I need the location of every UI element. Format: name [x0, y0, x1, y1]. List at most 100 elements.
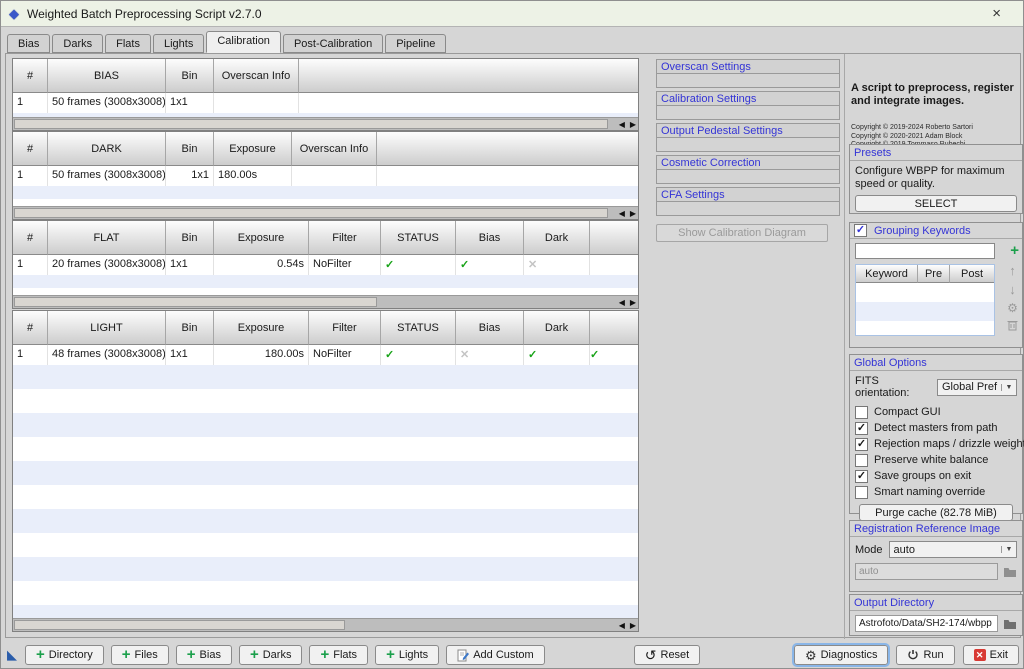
column-header[interactable]: Filter: [309, 311, 381, 345]
tab-pipeline[interactable]: Pipeline: [385, 34, 446, 53]
scroll-left-icon[interactable]: ◀: [619, 209, 625, 218]
column-header[interactable]: Pre: [918, 265, 950, 283]
checkbox[interactable]: [855, 486, 868, 499]
add-keyword-icon[interactable]: +: [1010, 244, 1019, 258]
table-row[interactable]: 1 50 frames (3008x3008) 1x1 180.00s: [13, 166, 638, 186]
flat-hscrollbar[interactable]: ◀ ▶: [13, 295, 638, 308]
checkbox[interactable]: ✓: [855, 470, 868, 483]
tab-calibration[interactable]: Calibration: [206, 31, 281, 53]
checkbox[interactable]: [855, 406, 868, 419]
move-down-icon[interactable]: ↓: [1009, 282, 1016, 297]
section-header-link[interactable]: Output Pedestal Settings: [656, 123, 840, 138]
scrollbar-thumb[interactable]: [14, 620, 345, 630]
scroll-left-icon[interactable]: ◀: [619, 120, 625, 129]
scrollbar-thumb[interactable]: [14, 297, 377, 307]
dark-hscrollbar[interactable]: ◀ ▶: [13, 206, 638, 219]
add-flats-button[interactable]: + Flats: [309, 645, 368, 665]
keyword-settings-gear-icon[interactable]: ⚙: [1007, 301, 1018, 315]
section-header-link[interactable]: Cosmetic Correction: [656, 155, 840, 170]
scroll-left-icon[interactable]: ◀: [619, 621, 625, 630]
add-directory-button[interactable]: + Directory: [25, 645, 104, 665]
resize-triangle-icon[interactable]: ◣: [7, 647, 17, 663]
column-header[interactable]: Exposure: [214, 311, 309, 345]
light-hscrollbar[interactable]: ◀ ▶: [13, 618, 638, 631]
section-header-link[interactable]: CFA Settings: [656, 187, 840, 202]
column-header[interactable]: Bin: [166, 59, 214, 93]
section-header-link[interactable]: Calibration Settings: [656, 91, 840, 106]
column-header[interactable]: Bias: [456, 221, 524, 255]
column-header[interactable]: Post: [950, 265, 994, 283]
move-up-icon[interactable]: ↑: [1009, 263, 1016, 278]
table-row[interactable]: 1 50 frames (3008x3008) 1x1: [13, 93, 638, 113]
column-header[interactable]: STATUS: [381, 311, 456, 345]
keyword-input[interactable]: [855, 243, 995, 259]
column-header[interactable]: FLAT: [48, 221, 166, 255]
column-header[interactable]: Dark: [524, 221, 590, 255]
exit-button[interactable]: ✕ Exit: [963, 645, 1019, 665]
add-custom-button[interactable]: Add Custom: [446, 645, 545, 665]
tab-post-calibration[interactable]: Post-Calibration: [283, 34, 383, 53]
column-header[interactable]: Bin: [166, 311, 214, 345]
column-header[interactable]: Bin: [166, 221, 214, 255]
presets-header-link[interactable]: Presets: [850, 145, 1022, 161]
add-bias-button[interactable]: + Bias: [176, 645, 232, 665]
reset-button[interactable]: ↺ Reset: [634, 645, 700, 665]
tab-darks[interactable]: Darks: [52, 34, 103, 53]
scroll-right-icon[interactable]: ▶: [630, 120, 636, 129]
table-row[interactable]: 1 48 frames (3008x3008) 1x1 180.00s NoFi…: [13, 345, 638, 365]
smart-naming-option[interactable]: Smart naming override: [855, 484, 1017, 500]
fits-orientation-select[interactable]: Global Pref ▼: [937, 379, 1017, 396]
mode-select[interactable]: auto ▼: [889, 541, 1017, 558]
column-header[interactable]: STATUS: [381, 221, 456, 255]
scrollbar-thumb[interactable]: [14, 208, 608, 218]
checkbox[interactable]: ✓: [855, 438, 868, 451]
column-header[interactable]: Keyword: [856, 265, 918, 283]
column-header[interactable]: #: [13, 221, 48, 255]
purge-cache-button[interactable]: Purge cache (82.78 MiB): [859, 504, 1013, 521]
close-icon[interactable]: ×: [978, 5, 1015, 22]
column-header[interactable]: Overscan Info: [214, 59, 299, 93]
column-header[interactable]: Overscan Info: [292, 132, 377, 166]
tab-lights[interactable]: Lights: [153, 34, 204, 53]
scroll-right-icon[interactable]: ▶: [630, 209, 636, 218]
rejection-maps-option[interactable]: ✓ Rejection maps / drizzle weights: [855, 436, 1017, 452]
tab-flats[interactable]: Flats: [105, 34, 151, 53]
diagnostics-button[interactable]: ⚙ Diagnostics: [794, 645, 889, 665]
column-header[interactable]: Filter: [309, 221, 381, 255]
preserve-white-balance-option[interactable]: Preserve white balance: [855, 452, 1017, 468]
scroll-right-icon[interactable]: ▶: [630, 298, 636, 307]
checkbox[interactable]: ✓: [855, 422, 868, 435]
compact-gui-option[interactable]: Compact GUI: [855, 404, 1017, 420]
tab-bias[interactable]: Bias: [7, 34, 50, 53]
column-header[interactable]: #: [13, 311, 48, 345]
browse-output-folder-icon[interactable]: [1003, 618, 1017, 630]
grouping-keywords-checkbox[interactable]: ✓: [854, 224, 867, 237]
grouping-keywords-link[interactable]: Grouping Keywords: [874, 223, 971, 239]
scroll-left-icon[interactable]: ◀: [619, 298, 625, 307]
save-groups-option[interactable]: ✓ Save groups on exit: [855, 468, 1017, 484]
column-header[interactable]: Exposure: [214, 221, 309, 255]
column-header[interactable]: Exposure: [214, 132, 292, 166]
table-row[interactable]: 1 20 frames (3008x3008) 1x1 0.54s NoFilt…: [13, 255, 638, 275]
run-button[interactable]: Run: [896, 645, 954, 665]
column-header[interactable]: BIAS: [48, 59, 166, 93]
add-darks-button[interactable]: + Darks: [239, 645, 303, 665]
column-header[interactable]: Bias: [456, 311, 524, 345]
column-header[interactable]: DARK: [48, 132, 166, 166]
detect-masters-option[interactable]: ✓ Detect masters from path: [855, 420, 1017, 436]
add-files-button[interactable]: + Files: [111, 645, 169, 665]
column-header[interactable]: LIGHT: [48, 311, 166, 345]
column-header[interactable]: #: [13, 132, 48, 166]
column-header[interactable]: Bin: [166, 132, 214, 166]
bias-hscrollbar[interactable]: ◀ ▶: [13, 117, 638, 130]
section-header-link[interactable]: Overscan Settings: [656, 59, 840, 74]
output-directory-header-link[interactable]: Output Directory: [850, 595, 1022, 611]
column-header[interactable]: #: [13, 59, 48, 93]
scrollbar-thumb[interactable]: [14, 119, 608, 129]
checkbox[interactable]: [855, 454, 868, 467]
browse-folder-icon[interactable]: [1003, 566, 1017, 578]
global-options-header-link[interactable]: Global Options: [850, 355, 1022, 371]
scroll-right-icon[interactable]: ▶: [630, 621, 636, 630]
registration-reference-header-link[interactable]: Registration Reference Image: [850, 521, 1022, 537]
column-header[interactable]: Dark: [524, 311, 590, 345]
